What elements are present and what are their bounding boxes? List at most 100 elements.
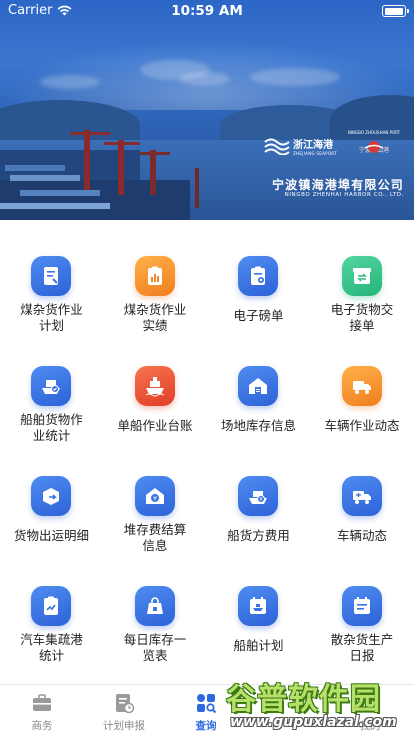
grid-item-label: 每日库存一 览表 [106, 632, 205, 664]
grid-item-label-line: 船货方费用 [227, 528, 290, 543]
battery-icon [382, 5, 409, 17]
grid-item-label: 散杂货生产 日报 [313, 632, 412, 664]
grid-item[interactable]: 汽车集疏港 统计 [0, 570, 103, 680]
brand-zj-en: ZHEJIANG SEAPORT [293, 151, 337, 156]
grid-item-label-line: 车辆作业动态 [324, 418, 400, 433]
company-name: 宁波镇海港埠有限公司 [271, 178, 404, 192]
zhejiang-seaport-logo: 浙江海港 ZHEJIANG SEAPORT [264, 136, 337, 156]
grid-item[interactable]: 每日库存一 览表 [104, 570, 207, 680]
grid-item-label-line: 煤杂货作业 [123, 302, 187, 317]
grid-item-label-line: 散杂货生产 [330, 632, 394, 647]
grid-item-label-line: 览表 [142, 648, 168, 663]
grid-item-label-line: 船舶计划 [233, 638, 284, 653]
query-grid-icon [197, 694, 217, 714]
grid-item-label: 单船作业台账 [106, 418, 205, 434]
calendar-report-icon [341, 586, 382, 626]
watermark-text: 谷普软件园 [226, 682, 381, 717]
grid-item-label-line: 实绩 [142, 318, 168, 333]
inventory-bag-icon [134, 586, 175, 626]
grid-item-label-line: 单船作业台账 [117, 418, 193, 433]
ship-fee-icon: ¥ [238, 476, 278, 516]
grid-item-label-line: 电子磅单 [233, 308, 284, 323]
grid-item-label: 电子磅单 [209, 308, 308, 324]
clipboard-stats-icon [31, 586, 71, 626]
grid-item-label-line: 接单 [349, 318, 375, 333]
grid-item-label-line: 车辆动态 [336, 528, 387, 543]
grid-item-label-line: 汽车集疏港 [20, 632, 83, 647]
grid-item-label-line: 日报 [349, 648, 375, 663]
tab-plan-report-label: 计划申报 [103, 720, 145, 732]
grid-item-label-line: 煤杂货作业 [20, 302, 83, 317]
grid-item-label-line: 电子货物交 [330, 302, 394, 317]
battery-fill [384, 7, 403, 15]
box-transfer-icon [341, 256, 382, 296]
grid-item[interactable]: 车辆作业动态 [311, 350, 414, 460]
fee-settlement-icon: ¥ [134, 476, 175, 516]
grid-item-label-line: 统计 [38, 648, 64, 663]
briefcase-icon [33, 694, 51, 711]
ship-ledger-icon [134, 366, 175, 406]
wave-logo-icon [264, 138, 290, 155]
grid-item-label-line: 场地库存信息 [220, 418, 296, 433]
grid-item-label-line: 堆存费结算 [123, 522, 187, 537]
grid-item-label: 车辆作业动态 [313, 418, 412, 434]
truck-status-icon [341, 476, 382, 516]
truck-icon [341, 366, 382, 406]
grid-item-label: 车辆动态 [313, 528, 412, 544]
svg-text:¥: ¥ [153, 496, 157, 503]
grid-item-label: 船舶货物作 业统计 [2, 412, 101, 444]
grid-item[interactable]: 电子货物交 接单 [311, 240, 414, 350]
svg-text:¥: ¥ [259, 497, 262, 503]
brand-zj: 浙江海港 [293, 140, 333, 151]
port-emblem-icon [364, 141, 384, 153]
grid-item-label: 汽车集疏港 统计 [2, 632, 101, 664]
grid-item[interactable]: 煤杂货作业 实绩 [104, 240, 207, 350]
ningbo-port-logo: NINGBO ZHOUSHAN PORT 宁波舟山港 [344, 130, 404, 154]
grid-item-label: 场地库存信息 [209, 418, 308, 434]
grid-item[interactable]: ¥ 船货方费用 [207, 460, 310, 570]
company-name-en: NINGBO ZHENHAI HARBOR CO., LTD. [284, 192, 404, 198]
grid-item[interactable]: ¥ 堆存费结算 信息 [104, 460, 207, 570]
status-time: 10:59 AM [171, 3, 243, 19]
company-logo: 浙江海港 ZHEJIANG SEAPORT NINGBO ZHOUSHAN PO… [264, 130, 404, 206]
tab-plan-report[interactable]: 计划申报 [84, 685, 164, 736]
grid-item-label-line: 业统计 [32, 428, 71, 443]
grid-item[interactable]: 电子磅单 [207, 240, 310, 350]
brand-nb-en: NINGBO ZHOUSHAN PORT [347, 130, 401, 135]
calendar-ship-icon [238, 586, 278, 626]
clipboard-gear-icon [238, 256, 278, 296]
grid-item[interactable]: 煤杂货作业 计划 [0, 240, 103, 350]
grid-item[interactable]: 场地库存信息 [207, 350, 310, 460]
grid-item[interactable]: 散杂货生产 日报 [311, 570, 414, 680]
grid-item-label: 堆存费结算 信息 [106, 522, 205, 554]
grid-item[interactable]: 船舶货物作 业统计 [0, 350, 103, 460]
grid-item-label: 船舶计划 [209, 638, 308, 654]
clipboard-chart-icon [134, 256, 175, 296]
grid-item-label: 货物出运明细 [2, 528, 101, 544]
status-bar: Carrier 10:59 AM [0, 0, 414, 22]
grid-item-label: 电子货物交 接单 [313, 302, 412, 334]
site-watermark: 谷普软件园 www.gupuxlazal.com [224, 668, 414, 736]
tab-business[interactable]: 商务 [2, 685, 82, 736]
grid-item-label-line: 货物出运明细 [13, 528, 89, 543]
grid-item-label-line: 每日库存一 [123, 632, 187, 647]
grid-item-label-line: 信息 [142, 538, 168, 553]
grid-item[interactable]: 车辆动态 [311, 460, 414, 570]
document-plan-icon [31, 256, 71, 296]
function-grid: 煤杂货作业 计划 煤杂货作业 实绩 电子磅单 电子货物交 接单 船舶货物作 业统计 单船作业台账场… [0, 240, 414, 680]
grid-item-label-line: 船舶货物作 [20, 412, 83, 427]
ship-cargo-icon [31, 366, 71, 406]
grid-item[interactable]: 货物出运明细 [0, 460, 103, 570]
grid-item-label: 煤杂货作业 计划 [2, 302, 101, 334]
grid-item-label: 船货方费用 [209, 528, 308, 544]
plan-report-icon [116, 694, 135, 714]
tab-business-label: 商务 [31, 720, 53, 732]
warehouse-icon [238, 366, 278, 406]
box-out-icon [31, 476, 71, 516]
grid-item[interactable]: 单船作业台账 [104, 350, 207, 460]
header-banner: Carrier 10:59 AM 浙江海港 ZHEJIANG SEAPORT N… [0, 0, 414, 220]
grid-item[interactable]: 船舶计划 [207, 570, 310, 680]
watermark-url: www.gupuxlazal.com [230, 714, 397, 730]
grid-item-label: 煤杂货作业 实绩 [106, 302, 205, 334]
grid-item-label-line: 计划 [38, 318, 64, 333]
